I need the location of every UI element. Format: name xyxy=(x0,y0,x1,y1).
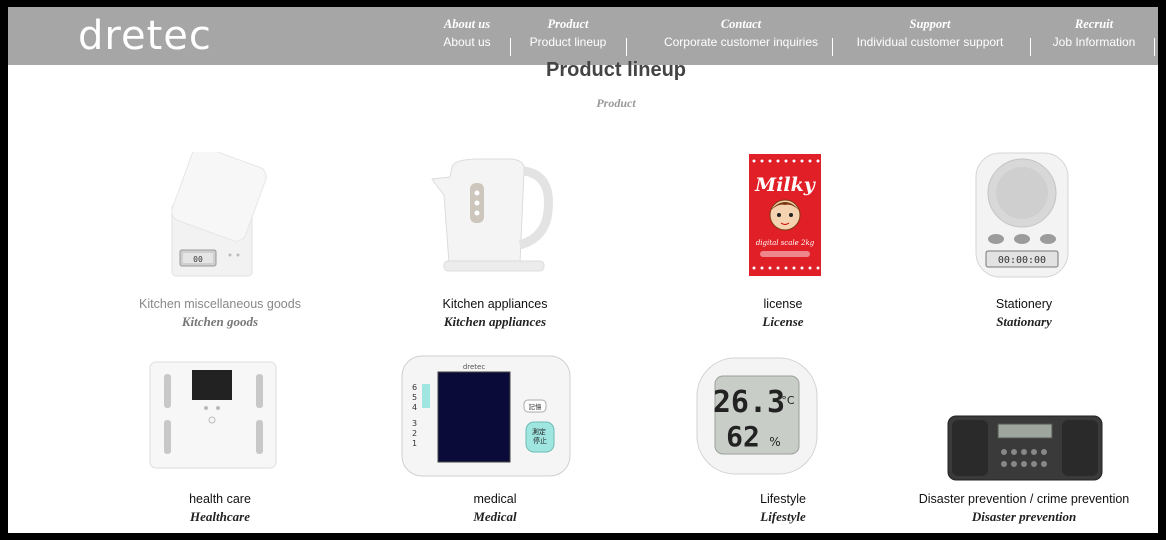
nav-support[interactable]: Support Individual customer support xyxy=(844,17,1016,50)
nav-contact-heading: Contact xyxy=(720,17,762,31)
temperature-readout: 26.3 xyxy=(713,385,785,420)
scale-label: 6 xyxy=(412,383,417,392)
product-label-en[interactable]: Medical xyxy=(375,509,615,525)
device-brand-text: dretec xyxy=(463,363,486,371)
kettle-icon xyxy=(431,158,553,272)
thermo-hygrometer-icon: 26.3 °C 62 % xyxy=(696,357,818,475)
scale-label: 5 xyxy=(412,393,417,402)
scale-label: 3 xyxy=(412,419,417,428)
nav-contact-label[interactable]: Corporate customer inquiries xyxy=(638,34,844,50)
product-label[interactable]: medical xyxy=(375,492,615,506)
timer-display-text: 00:00:00 xyxy=(998,255,1046,266)
product-label[interactable]: health care xyxy=(100,492,340,506)
nav-divider xyxy=(626,38,627,56)
nav-recruit-label[interactable]: Job Information xyxy=(1044,34,1144,50)
product-card-healthcare[interactable]: health care Healthcare xyxy=(100,352,340,527)
nav-product-label[interactable]: Product lineup xyxy=(520,34,616,50)
product-label[interactable]: Stationery xyxy=(904,297,1144,311)
body-scale-icon xyxy=(149,361,277,469)
kitchen-scale-icon: 00 xyxy=(171,152,267,277)
product-label-en[interactable]: License xyxy=(663,314,903,330)
nav-divider xyxy=(1030,38,1031,56)
nav-contact[interactable]: Contact Corporate customer inquiries xyxy=(638,17,844,50)
nav-recruit[interactable]: Recruit Job Information xyxy=(1044,17,1144,50)
nav-support-label[interactable]: Individual customer support xyxy=(844,34,1016,50)
nav-recruit-heading: Recruit xyxy=(1074,17,1114,31)
product-card-license[interactable]: Milky digital scale 2kg license License xyxy=(663,147,903,330)
svg-text:00: 00 xyxy=(193,255,203,264)
humidity-readout: 62 xyxy=(726,420,760,453)
header-bar: dretec About us About us Product Product… xyxy=(8,7,1158,65)
milky-scale-icon: Milky digital scale 2kg xyxy=(749,154,821,276)
temperature-unit: °C xyxy=(781,394,795,407)
nav-product-heading: Product xyxy=(547,17,589,31)
blood-pressure-monitor-icon: dretec 6 5 4 3 2 1 記憶 測定 停止 xyxy=(401,355,571,477)
package-brand-text: Milky xyxy=(754,174,817,196)
nav-about-heading: About us xyxy=(443,17,491,31)
timer-icon: 00:00:00 xyxy=(975,152,1069,278)
product-label[interactable]: Kitchen miscellaneous goods xyxy=(100,297,340,311)
scale-label: 2 xyxy=(412,429,417,438)
nav-divider xyxy=(510,38,511,56)
product-card-disaster-prevention[interactable]: Disaster prevention / crime prevention D… xyxy=(904,352,1144,527)
product-label[interactable]: Lifestyle xyxy=(663,492,903,506)
page-title: Product lineup xyxy=(546,59,686,81)
humidity-unit: % xyxy=(769,435,780,449)
page-frame: dretec About us About us Product Product… xyxy=(8,7,1158,533)
scale-label: 4 xyxy=(412,403,417,412)
product-label-en[interactable]: Stationary xyxy=(904,314,1144,330)
dretec-logo[interactable]: dretec xyxy=(78,13,212,59)
product-label-en[interactable]: Healthcare xyxy=(100,509,340,525)
product-label-en[interactable]: Disaster prevention xyxy=(904,509,1144,525)
product-card-kitchen-appliances[interactable]: Kitchen appliances Kitchen appliances xyxy=(375,147,615,330)
nav-about-label[interactable]: About us xyxy=(435,34,499,50)
product-card-lifestyle[interactable]: 26.3 °C 62 % Lifestyle Lifestyle xyxy=(663,352,903,527)
nav-support-heading: Support xyxy=(909,17,951,31)
product-card-kitchen-goods[interactable]: 00 Kitchen miscellaneous goods Kitchen g… xyxy=(100,147,340,330)
scale-label: 1 xyxy=(412,439,417,448)
package-tag-text: digital scale 2kg xyxy=(756,239,815,247)
nav-divider xyxy=(1154,38,1155,56)
nav-product[interactable]: Product Product lineup xyxy=(520,17,616,50)
product-card-stationery[interactable]: 00:00:00 Stationery Stationary xyxy=(904,147,1144,330)
product-card-medical[interactable]: dretec 6 5 4 3 2 1 記憶 測定 停止 medical Medi… xyxy=(375,352,615,527)
product-label-en[interactable]: Kitchen appliances xyxy=(375,314,615,330)
page-subtitle: Product xyxy=(596,96,636,110)
product-label[interactable]: Disaster prevention / crime prevention xyxy=(904,492,1144,506)
memory-button-label: 記憶 xyxy=(529,402,543,411)
radio-icon xyxy=(947,415,1103,481)
product-label-en[interactable]: Lifestyle xyxy=(663,509,903,525)
product-label[interactable]: license xyxy=(663,297,903,311)
nav-divider xyxy=(832,38,833,56)
nav-about[interactable]: About us About us xyxy=(435,17,499,50)
product-label[interactable]: Kitchen appliances xyxy=(375,297,615,311)
product-label-en[interactable]: Kitchen goods xyxy=(100,314,340,330)
